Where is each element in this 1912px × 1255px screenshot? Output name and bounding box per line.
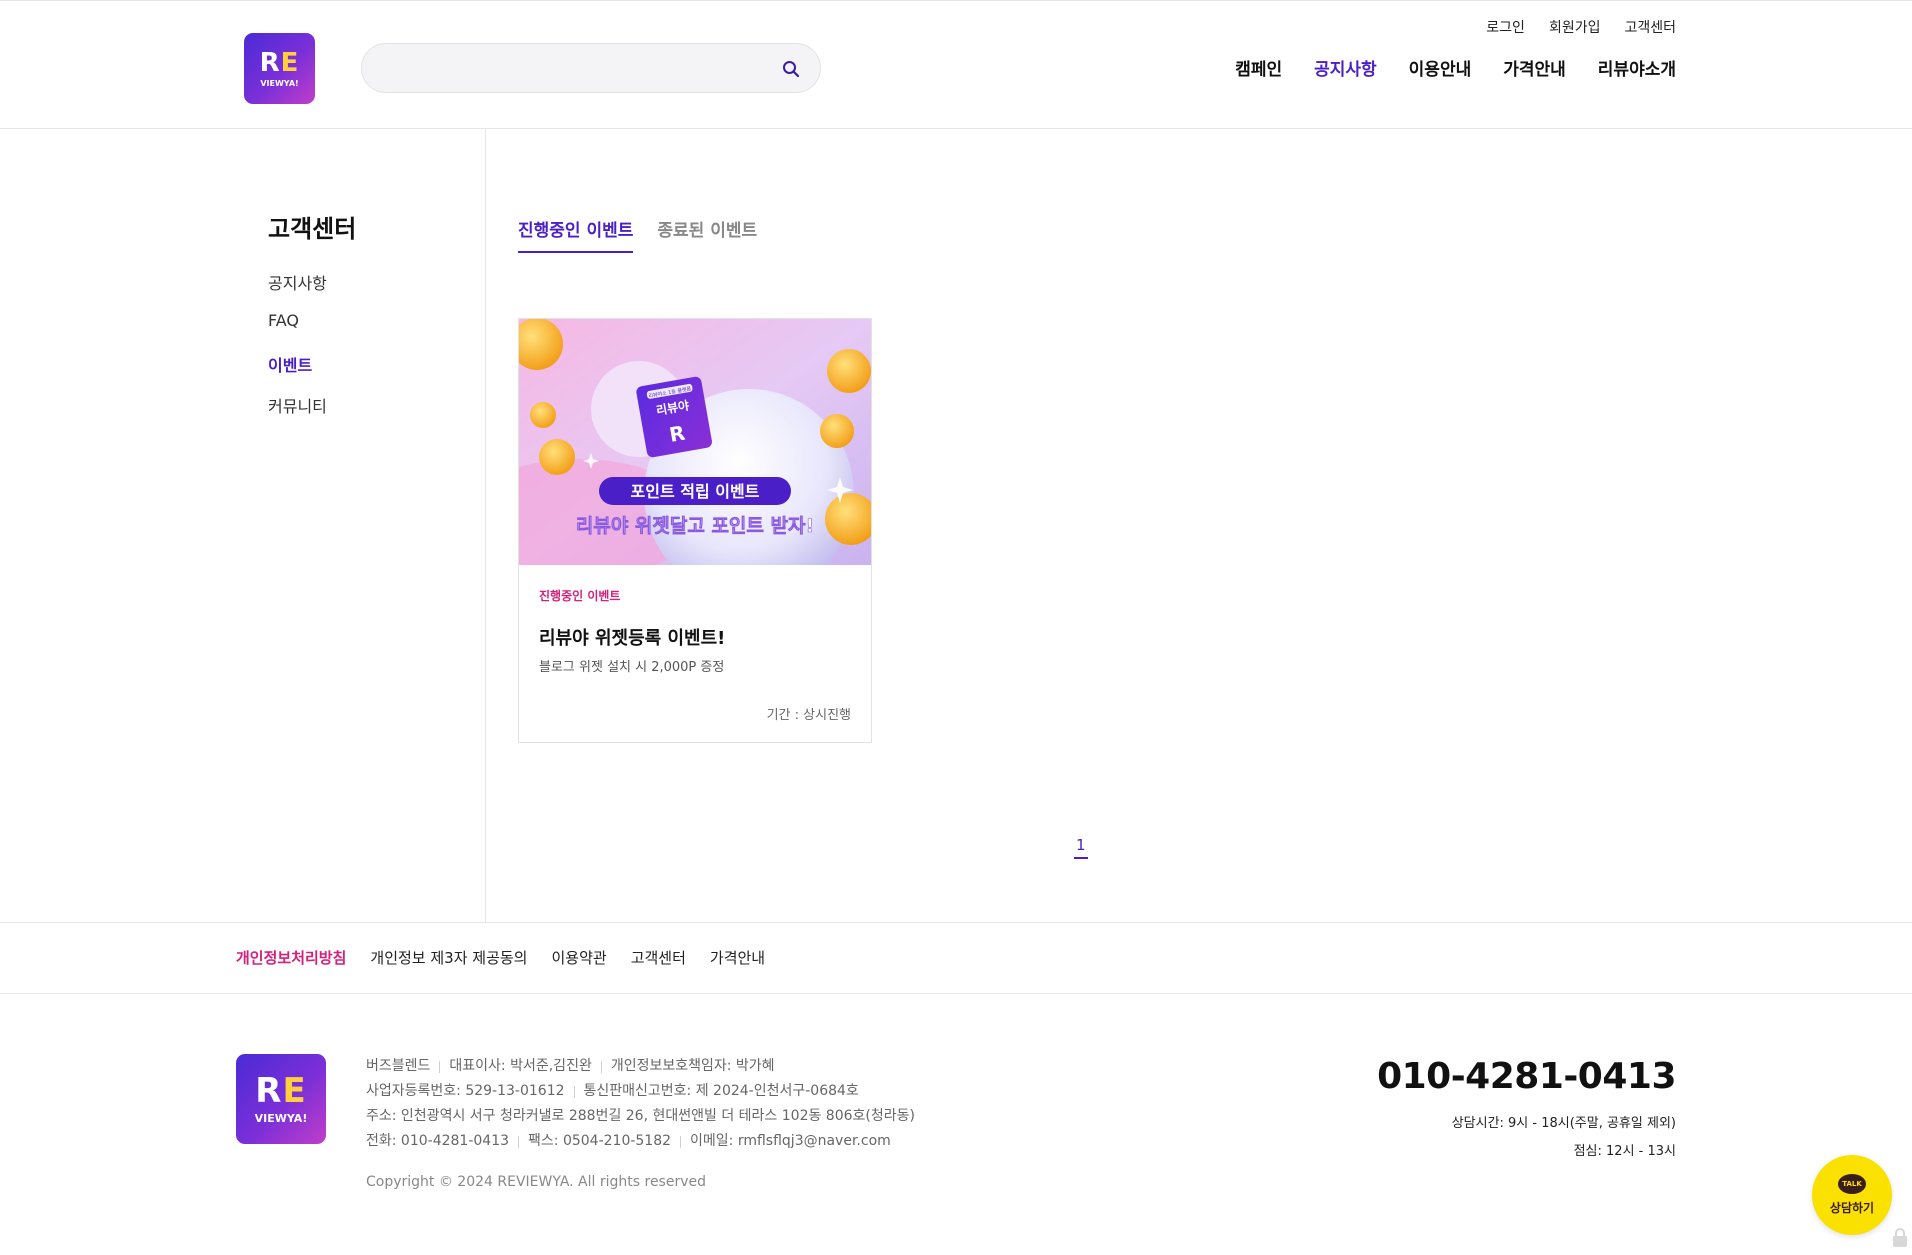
footer-links-bar: 개인정보처리방침 개인정보 제3자 제공동의 이용약관 고객센터 가격안내 <box>0 922 1912 994</box>
sidebar-item-faq[interactable]: FAQ <box>268 311 327 335</box>
event-description: 블로그 위젯 설치 시 2,000P 증정 <box>539 660 725 675</box>
search-input[interactable] <box>382 54 762 84</box>
nav-pricing[interactable]: 가격안내 <box>1503 55 1566 80</box>
site-header: RE VIEWYA! 로그인 회원가입 고객센터 캠페인 공지사항 이용안내 가… <box>0 0 1912 129</box>
signup-link[interactable]: 회원가입 <box>1549 17 1601 37</box>
main-nav: 캠페인 공지사항 이용안내 가격안내 리뷰야소개 <box>1235 55 1676 80</box>
footer-link-terms[interactable]: 이용약관 <box>552 947 607 968</box>
footer-privacy-officer: 개인정보보호책임자: 박가혜 <box>610 1058 775 1074</box>
logo-wordmark: VIEWYA! <box>260 78 299 88</box>
footer-link-customer-center[interactable]: 고객센터 <box>631 947 686 968</box>
sidebar-title: 고객센터 <box>268 215 357 243</box>
footer-email: 이메일: rmflsflqj3@naver.com <box>690 1133 891 1149</box>
footer-ceo: 대표이사: 박서준,김진완 <box>449 1058 592 1074</box>
sidebar-item-event[interactable]: 이벤트 <box>268 352 327 376</box>
header-logo[interactable]: RE VIEWYA! <box>244 33 315 104</box>
event-period: 기간 : 상시진행 <box>766 708 851 723</box>
kakao-talk-icon: TALK <box>1838 1174 1866 1194</box>
event-card[interactable]: 리뷰야소 1등 플랫폼 리뷰야 R 포인트 적립 이벤트 리뷰야 위젯달고 포인… <box>518 318 872 743</box>
cs-phone-number: 010-4281-0413 <box>1377 1056 1676 1097</box>
event-tabs: 진행중인 이벤트 종료된 이벤트 <box>518 216 757 253</box>
footer-link-privacy-policy[interactable]: 개인정보처리방침 <box>236 947 346 968</box>
footer-company-info: 버즈블렌드 대표이사: 박서준,김진완 개인정보보호책임자: 박가혜 사업자등록… <box>366 1054 915 1154</box>
footer-phone: 전화: 010-4281-0413 <box>366 1133 510 1149</box>
tab-ongoing-events[interactable]: 진행중인 이벤트 <box>518 216 634 253</box>
event-status-label: 진행중인 이벤트 <box>539 589 621 603</box>
search-bar <box>361 43 821 93</box>
footer-business-number: 사업자등록번호: 529-13-01612 <box>366 1083 565 1099</box>
cs-hours-text: 상담시간: 9시 - 18시(주말, 공휴일 제외) <box>1451 1116 1676 1131</box>
banner-headline: 리뷰야 위젯달고 포인트 받자! <box>576 515 814 537</box>
page-number-current[interactable]: 1 <box>1074 836 1088 859</box>
footer-ecommerce-number: 통신판매신고번호: 제 2024-인천서구-0684호 <box>583 1083 859 1099</box>
logo-mark: RE <box>259 47 300 78</box>
footer-company-name: 버즈블렌드 <box>366 1058 431 1074</box>
lock-icon <box>1893 1228 1907 1247</box>
nav-about[interactable]: 리뷰야소개 <box>1598 55 1676 80</box>
kakao-chat-button[interactable]: TALK 상담하기 <box>1812 1155 1892 1235</box>
footer-logo-mark: RE <box>255 1071 307 1111</box>
sidebar-divider <box>485 129 486 922</box>
footer-link-third-party-consent[interactable]: 개인정보 제3자 제공동의 <box>370 947 527 968</box>
banner-pill-text: 포인트 적립 이벤트 <box>631 482 760 501</box>
footer-copyright: Copyright © 2024 REVIEWYA. All rights re… <box>366 1174 707 1190</box>
kakao-chat-label: 상담하기 <box>1829 1201 1875 1215</box>
search-icon[interactable] <box>778 56 804 82</box>
sidebar-menu: 공지사항 FAQ 이벤트 커뮤니티 <box>268 270 327 417</box>
event-banner-image[interactable]: 리뷰야소 1등 플랫폼 리뷰야 R 포인트 적립 이벤트 리뷰야 위젯달고 포인… <box>519 319 871 565</box>
login-link[interactable]: 로그인 <box>1486 17 1525 37</box>
cs-lunch-text: 점심: 12시 - 13시 <box>1573 1144 1676 1159</box>
cs-hours: 상담시간: 9시 - 18시(주말, 공휴일 제외) 점심: 12시 - 13시 <box>1452 1110 1676 1166</box>
nav-campaign[interactable]: 캠페인 <box>1235 55 1282 80</box>
customer-center-link[interactable]: 고객센터 <box>1624 17 1676 37</box>
footer-link-pricing[interactable]: 가격안내 <box>710 947 765 968</box>
tab-ended-events[interactable]: 종료된 이벤트 <box>657 216 757 253</box>
footer-address: 주소: 인천광역시 서구 청라커낼로 288번길 26, 현대썬앤빌 더 테라스… <box>366 1108 915 1124</box>
event-title[interactable]: 리뷰야 위젯등록 이벤트! <box>539 624 725 650</box>
utility-nav: 로그인 회원가입 고객센터 <box>1486 17 1676 37</box>
footer-logo: RE VIEWYA! <box>236 1054 326 1144</box>
nav-notice[interactable]: 공지사항 <box>1314 55 1377 80</box>
sidebar-item-notice[interactable]: 공지사항 <box>268 270 327 294</box>
sidebar-item-community[interactable]: 커뮤니티 <box>268 393 327 417</box>
nav-guide[interactable]: 이용안내 <box>1409 55 1472 80</box>
footer-fax: 팩스: 0504-210-5182 <box>528 1133 672 1149</box>
pagination: 1 <box>1074 836 1088 859</box>
footer-logo-wordmark: VIEWYA! <box>254 1112 308 1125</box>
